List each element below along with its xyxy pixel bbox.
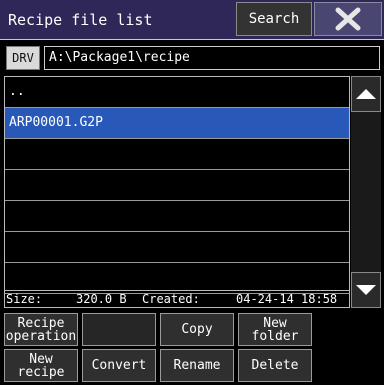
search-button[interactable]: Search [236,2,312,36]
recipe-operation-button[interactable]: Recipe operation [4,313,78,346]
size-label: Size: [6,292,43,306]
triangle-up-icon [356,89,376,99]
list-item[interactable]: ARP00001.G2P [5,108,349,139]
scrollbar[interactable] [351,76,381,308]
file-list: .. ARP00001.G2P [4,76,350,308]
list-item[interactable]: .. [5,77,349,108]
list-item[interactable] [5,170,349,201]
drive-button[interactable]: DRV [6,46,40,70]
convert-button[interactable]: Convert [82,349,156,382]
empty-button [82,313,156,346]
title-bar: Recipe file list Search [0,0,384,40]
scroll-down-button[interactable] [351,272,381,308]
list-item[interactable] [5,139,349,170]
size-value: 320.0 B [76,292,127,306]
created-label: Created: [142,292,200,306]
scroll-up-button[interactable] [351,76,381,112]
current-path: A:\Package1\recipe [44,46,380,70]
copy-button[interactable]: Copy [160,313,234,346]
triangle-down-icon [356,285,376,295]
window-title: Recipe file list [8,11,153,29]
file-info-bar: Size: 320.0 B Created: 04-24-14 18:58 [4,290,350,308]
rename-button[interactable]: Rename [160,349,234,382]
created-value: 04-24-14 18:58 [236,292,338,306]
list-item[interactable] [5,201,349,232]
delete-button[interactable]: Delete [238,349,312,382]
path-bar: DRV A:\Package1\recipe [0,44,384,72]
new-recipe-button[interactable]: New recipe [4,349,78,382]
recipe-file-list-screen: Recipe file list Search DRV A:\Package1\… [0,0,384,385]
close-button[interactable] [314,2,382,36]
new-folder-button[interactable]: New folder [238,313,312,346]
list-item[interactable] [5,232,349,263]
close-icon [335,7,361,31]
